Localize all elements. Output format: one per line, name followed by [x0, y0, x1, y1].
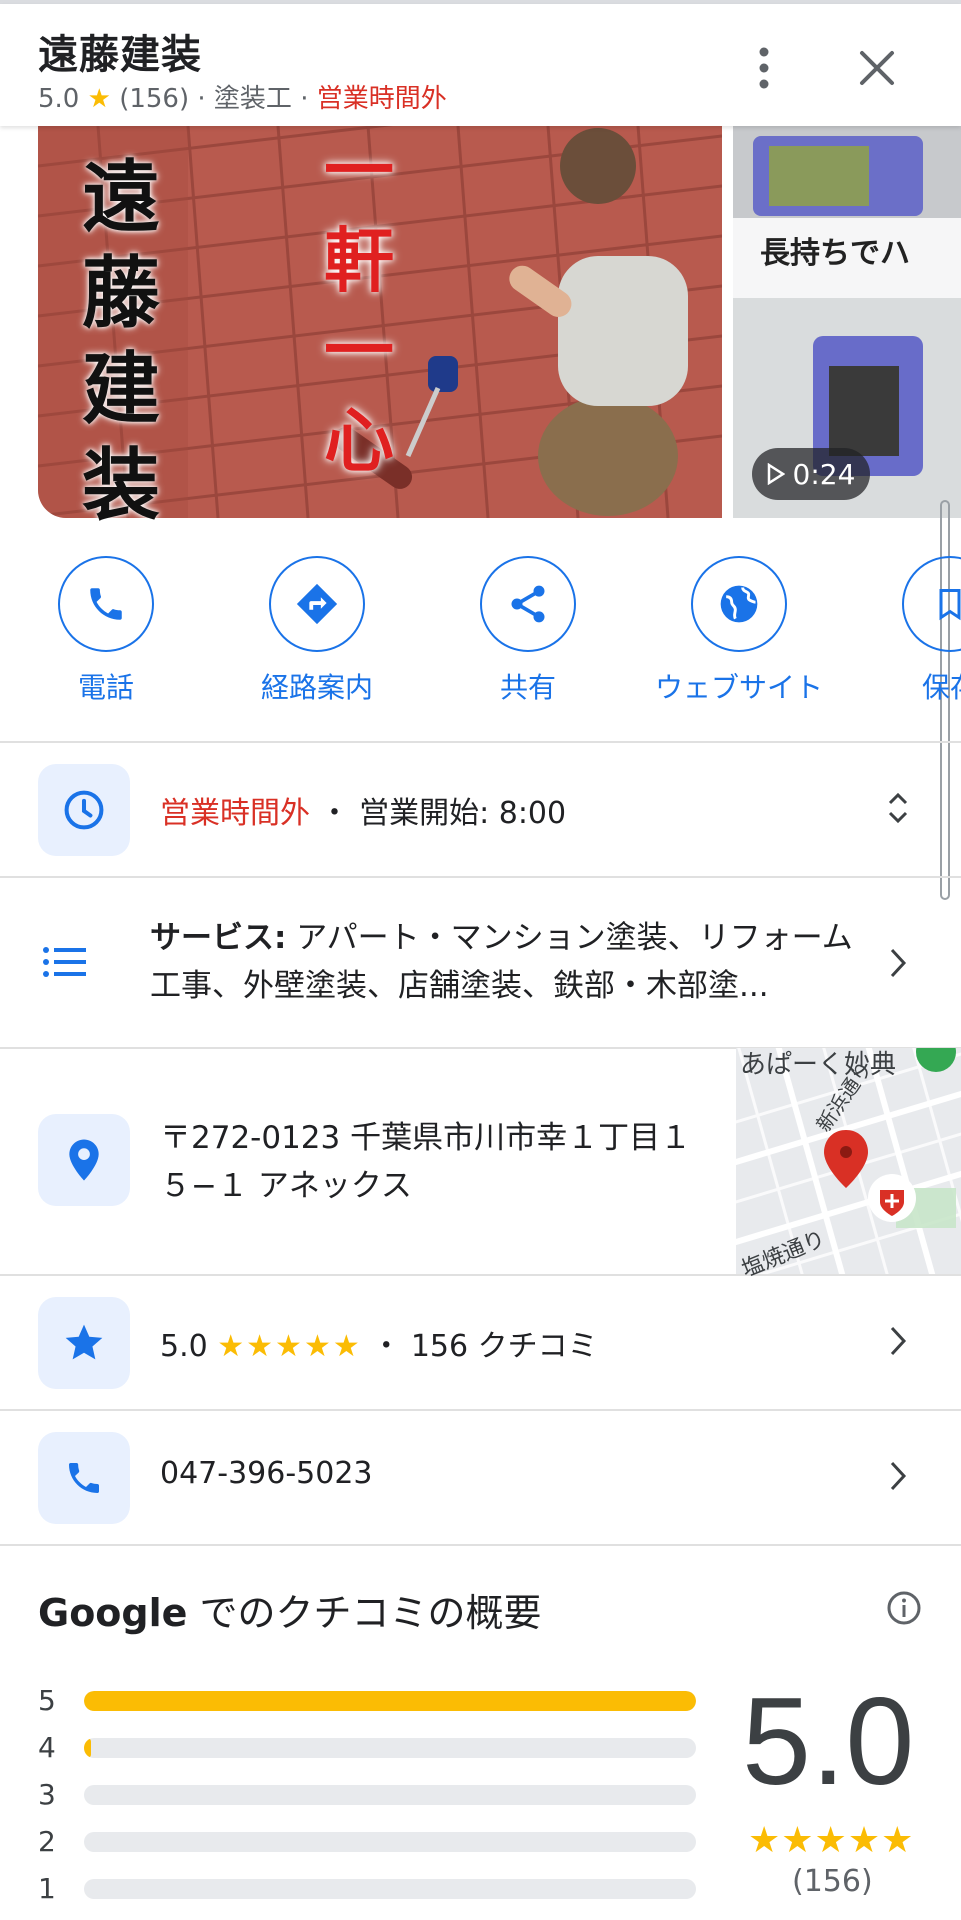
info-icon[interactable]: [886, 1590, 922, 1626]
close-icon: [860, 51, 894, 85]
services-text: サービス: アパート・マンション塗装、リフォーム工事、外壁塗装、店舗塗装、鉄部・…: [150, 914, 860, 1010]
location-pin-icon: [38, 1114, 130, 1206]
address-line-2: ５−１ アネックス: [160, 1168, 412, 1204]
services-row[interactable]: サービス: アパート・マンション塗装、リフォーム工事、外壁塗装、店舗塗装、鉄部・…: [0, 877, 961, 1047]
rating-bar-label: 2: [38, 1825, 56, 1858]
star-icon: ★: [87, 84, 111, 114]
directions-icon: [269, 556, 365, 652]
phone-icon: [38, 1432, 130, 1524]
header-rating: 5.0: [38, 84, 80, 114]
chevron-right-icon[interactable]: [878, 1321, 918, 1361]
call-action[interactable]: 電話: [16, 556, 196, 706]
rating-bar-track: [84, 1832, 696, 1852]
rating-bar-1: 1: [38, 1872, 698, 1905]
header-status: 営業時間外: [316, 84, 447, 114]
phone-number: 047-396-5023: [160, 1456, 373, 1491]
globe-icon: [691, 556, 787, 652]
services-label: サービス:: [150, 920, 287, 956]
rating-bar-5: 5: [38, 1684, 698, 1717]
place-title: 遠藤建装: [38, 32, 202, 78]
rating-stars: ★★★★★: [217, 1329, 362, 1364]
phone-icon: [58, 556, 154, 652]
reviews-count: 156 クチコミ: [410, 1329, 598, 1364]
star-icon: [38, 1297, 130, 1389]
hours-opens: 営業開始: 8:00: [359, 796, 567, 831]
rating-bar-label: 1: [38, 1872, 56, 1905]
list-icon: [42, 945, 88, 983]
website-label: ウェブサイト: [654, 671, 823, 704]
rating-bar-label: 4: [38, 1731, 56, 1764]
rating-bar-label: 5: [38, 1684, 56, 1717]
address-text: 〒272-0123 千葉県市川市幸１丁目１ ５−１ アネックス: [160, 1114, 720, 1210]
summary-title-brand: Google: [38, 1591, 188, 1635]
website-action[interactable]: ウェブサイト: [649, 556, 829, 706]
rating-bar-fill: [84, 1691, 696, 1711]
more-vert-icon: [759, 47, 769, 89]
summary-title-rest: でのクチコミの概要: [187, 1591, 542, 1635]
summary-rating: 5.0: [742, 1673, 915, 1811]
save-label: 保存: [921, 671, 961, 704]
place-header: 遠藤建装 5.0 ★ (156) · 塗装工 · 営業時間外: [0, 4, 961, 126]
separator: ·: [197, 84, 214, 114]
reviews-row[interactable]: 5.0 ★★★★★ ・ 156 クチコミ: [0, 1275, 961, 1409]
chevron-right-icon[interactable]: [878, 943, 918, 983]
video-duration: 0:24: [792, 457, 856, 491]
divider: [0, 1544, 961, 1546]
summary-stars: ★★★★★: [748, 1820, 915, 1861]
photo-sign-text: 遠藤建装: [82, 153, 161, 531]
expand-icon[interactable]: [878, 788, 918, 828]
bookmark-icon: [902, 556, 961, 652]
place-subtitle: 5.0 ★ (156) · 塗装工 · 営業時間外: [38, 78, 447, 115]
directions-action[interactable]: 経路案内: [227, 556, 407, 706]
review-summary-title: Google でのクチコミの概要: [38, 1582, 542, 1637]
address-line-1: 〒272-0123 千葉県市川市幸１丁目１: [160, 1120, 692, 1156]
video-duration-badge: 0:24: [752, 448, 870, 500]
rating-bar-2: 2: [38, 1825, 698, 1858]
separator: ・: [371, 1329, 402, 1364]
close-button[interactable]: [852, 40, 902, 96]
rating-bar-label: 3: [38, 1778, 56, 1811]
phone-row[interactable]: 047-396-5023: [0, 1410, 961, 1544]
summary-count[interactable]: (156): [792, 1864, 873, 1899]
save-action[interactable]: 保存: [860, 556, 961, 706]
chevron-right-icon[interactable]: [878, 1456, 918, 1496]
share-icon: [480, 556, 576, 652]
share-action[interactable]: 共有: [438, 556, 618, 706]
separator: ·: [300, 84, 317, 114]
photo-slogan: 一軒一心: [324, 130, 394, 482]
play-icon: [767, 463, 785, 485]
rating-bar-track: [84, 1785, 696, 1805]
clock-icon: [38, 764, 130, 856]
hours-row[interactable]: 営業時間外 ・ 営業開始: 8:00: [0, 742, 961, 876]
more-options-button[interactable]: [740, 40, 788, 96]
separator: ・: [319, 796, 350, 831]
hours-text: 営業時間外 ・ 営業開始: 8:00: [160, 788, 566, 832]
header-category: 塗装工: [213, 84, 292, 114]
video-caption: 長持ちでハ: [760, 236, 910, 271]
header-review-count[interactable]: (156): [119, 84, 189, 114]
rating-bar-fill: [84, 1738, 92, 1758]
share-label: 共有: [499, 671, 556, 704]
directions-label: 経路案内: [260, 671, 373, 704]
call-label: 電話: [77, 671, 134, 704]
hours-status: 営業時間外: [160, 796, 310, 831]
rating-bar-3: 3: [38, 1778, 698, 1811]
rating-bar-track: [84, 1691, 696, 1711]
reviews-summary-text: 5.0 ★★★★★ ・ 156 クチコミ: [160, 1321, 598, 1365]
reviews-rating: 5.0: [160, 1329, 208, 1364]
rating-bar-track: [84, 1738, 696, 1758]
rating-bar-track: [84, 1879, 696, 1899]
action-buttons: 電話 経路案内 共有 ウェブサイト 保存: [0, 556, 961, 706]
rating-bar-4: 4: [38, 1731, 698, 1764]
